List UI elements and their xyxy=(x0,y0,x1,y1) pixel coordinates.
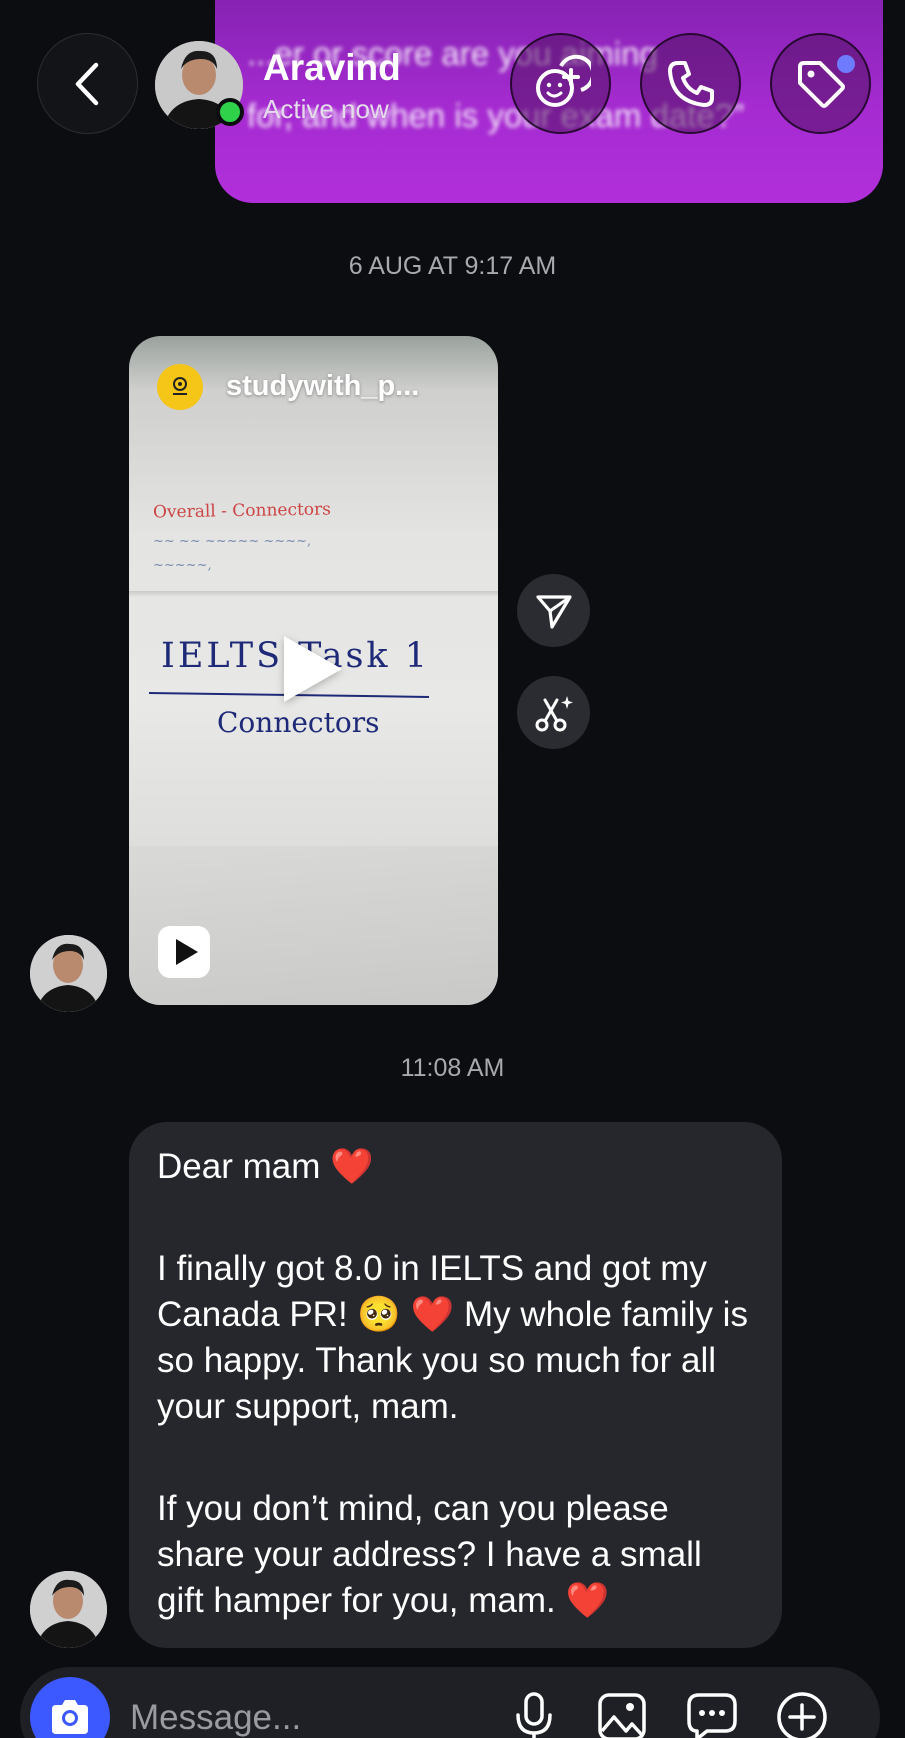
reel-handwritten-note: ~~ ~~ ~~~~~ ~~~~, xyxy=(153,534,312,549)
call-button[interactable] xyxy=(640,33,741,134)
reel-account-name[interactable]: studywith_p... xyxy=(226,370,419,403)
received-message-bubble[interactable]: Dear mam ❤️ I finally got 8.0 in IELTS a… xyxy=(129,1122,782,1648)
send-icon xyxy=(535,594,572,629)
reel-handwritten-subtitle: Connectors xyxy=(217,706,380,739)
brand-logo-icon xyxy=(173,377,187,395)
sender-avatar[interactable] xyxy=(30,935,107,1012)
chat-bubble-icon xyxy=(687,1693,737,1738)
message-composer xyxy=(20,1667,880,1738)
camera-icon xyxy=(52,1700,88,1734)
reel-paper-fold xyxy=(129,591,498,597)
message-paragraph: If you don’t mind, can you please share … xyxy=(157,1489,702,1620)
reel-handwritten-note: ~~~~~, xyxy=(153,558,212,573)
add-button[interactable] xyxy=(774,1689,830,1738)
sticker-button[interactable] xyxy=(684,1689,740,1738)
plus-circle-icon xyxy=(777,1692,827,1738)
scissors-sparkle-icon xyxy=(535,695,573,731)
sticker-plus-icon xyxy=(535,54,591,107)
sender-avatar[interactable] xyxy=(30,1571,107,1648)
gallery-button[interactable] xyxy=(594,1689,650,1738)
notification-dot xyxy=(837,55,855,73)
message-greeting: Dear mam ❤️ xyxy=(157,1147,374,1186)
tag-button[interactable] xyxy=(770,33,871,134)
share-button[interactable] xyxy=(517,574,590,647)
message-timestamp: 6 AUG AT 9:17 AM xyxy=(348,252,557,280)
camera-button[interactable] xyxy=(30,1677,110,1738)
reel-handwritten-heading: Overall - Connectors xyxy=(152,499,332,523)
contact-status: Active now xyxy=(263,94,389,124)
microphone-icon xyxy=(516,1692,552,1738)
image-icon xyxy=(598,1693,646,1738)
reels-icon xyxy=(158,926,210,978)
message-paragraph: I finally got 8.0 in IELTS and got my Ca… xyxy=(157,1249,748,1426)
effects-button[interactable] xyxy=(510,33,611,134)
reel-account-avatar[interactable] xyxy=(157,364,203,410)
message-input[interactable] xyxy=(130,1693,450,1738)
chat-screen: ...er or score are you aiming for, and w… xyxy=(0,0,905,1738)
chevron-left-icon xyxy=(75,62,98,105)
online-status-dot xyxy=(216,98,244,126)
person-photo-icon xyxy=(30,935,107,1012)
play-icon[interactable] xyxy=(284,636,342,702)
remix-button[interactable] xyxy=(517,676,590,749)
microphone-button[interactable] xyxy=(506,1689,562,1738)
message-timestamp: 11:08 AM xyxy=(400,1054,505,1082)
contact-name[interactable]: Aravind xyxy=(263,47,401,89)
phone-icon xyxy=(667,60,714,107)
shared-reel-card[interactable]: studywith_p... Overall - Connectors ~~ ~… xyxy=(129,336,498,1005)
person-photo-icon xyxy=(30,1571,107,1648)
back-button[interactable] xyxy=(37,33,138,134)
